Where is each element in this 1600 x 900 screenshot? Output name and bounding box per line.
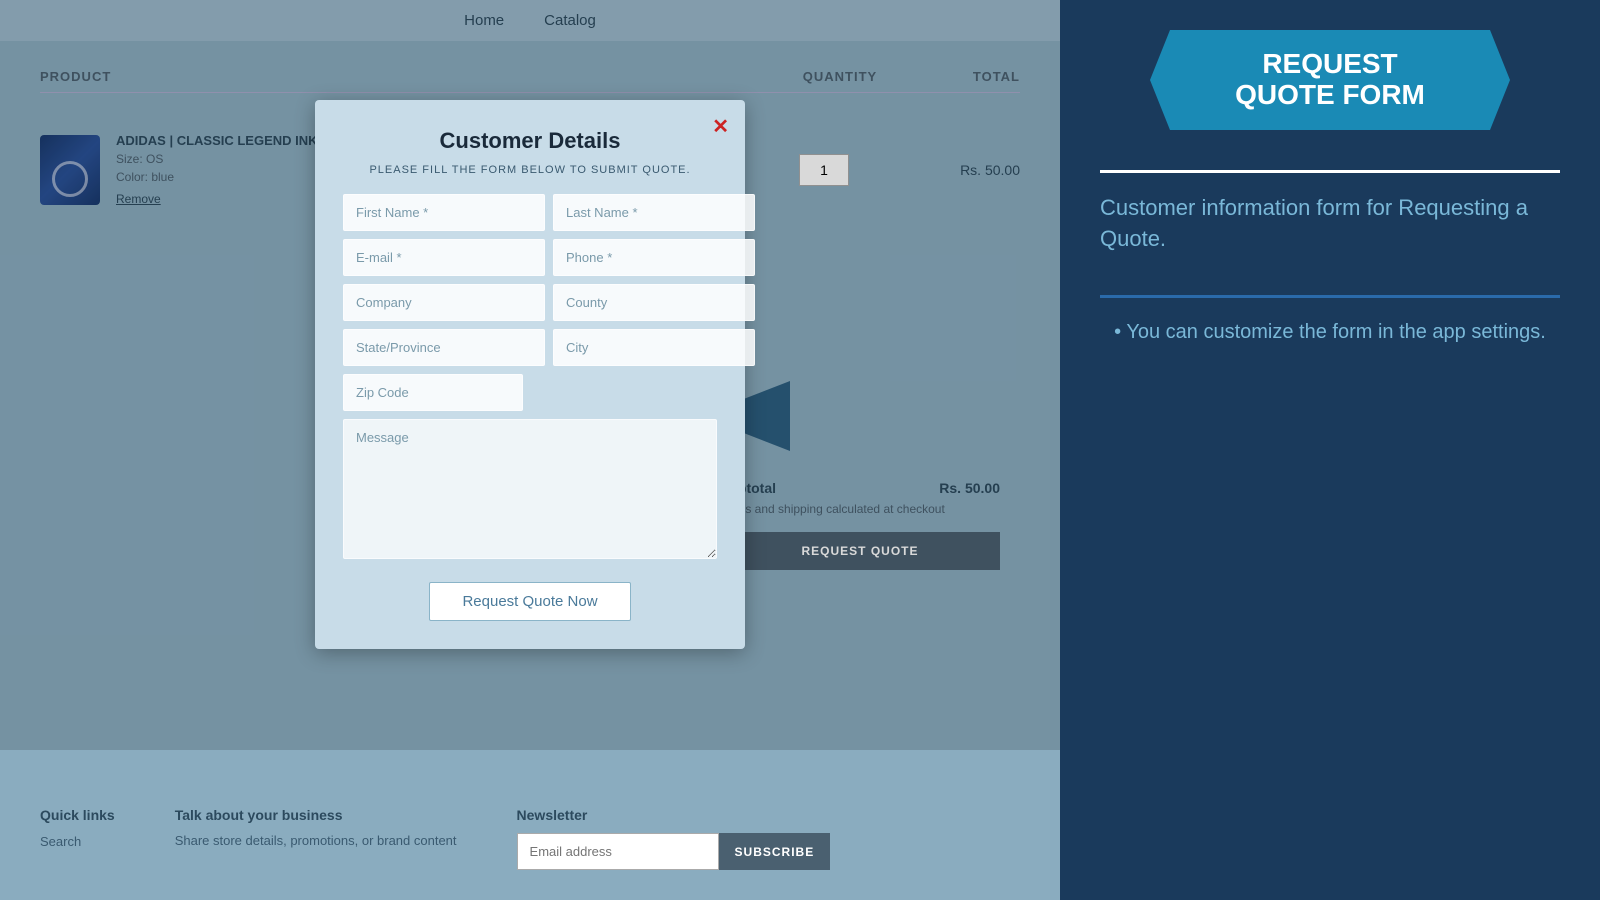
newsletter-email-input[interactable] xyxy=(517,833,719,870)
right-sidebar: REQUEST QUOTE FORM Customer information … xyxy=(1060,0,1600,900)
first-name-input[interactable] xyxy=(343,194,545,231)
company-county-row xyxy=(343,284,717,321)
modal-close-button[interactable]: ✕ xyxy=(712,114,729,139)
message-textarea[interactable] xyxy=(343,419,717,559)
zip-code-input[interactable] xyxy=(343,374,523,411)
background-page: Home Catalog PRODUCT QUANTITY TOTAL ADID… xyxy=(0,0,1060,900)
footer-business: Talk about your business Share store det… xyxy=(175,807,457,870)
last-name-input[interactable] xyxy=(553,194,755,231)
state-city-row xyxy=(343,329,717,366)
modal-subtitle: PLEASE FILL THE FORM BELOW TO SUBMIT QUO… xyxy=(343,164,717,176)
company-input[interactable] xyxy=(343,284,545,321)
state-province-input[interactable] xyxy=(343,329,545,366)
sidebar-tip: • You can customize the form in the app … xyxy=(1114,318,1546,346)
banner-line2: QUOTE FORM xyxy=(1235,80,1425,111)
page-footer: Quick links Search Talk about your busin… xyxy=(0,777,1060,900)
zip-row xyxy=(343,374,717,411)
newsletter-input-row: SUBSCRIBE xyxy=(517,833,831,870)
sidebar-description: Customer information form for Requesting… xyxy=(1100,193,1560,255)
submit-quote-button[interactable]: Request Quote Now xyxy=(429,582,630,621)
name-row xyxy=(343,194,717,231)
county-input[interactable] xyxy=(553,284,755,321)
modal-overlay: ✕ Customer Details PLEASE FILL THE FORM … xyxy=(0,0,1060,750)
footer-search-link[interactable]: Search xyxy=(40,834,81,849)
footer-grid: Quick links Search Talk about your busin… xyxy=(40,807,1020,870)
sidebar-mid-divider xyxy=(1100,295,1560,298)
footer-newsletter: Newsletter SUBSCRIBE xyxy=(517,807,831,870)
email-phone-row xyxy=(343,239,717,276)
sidebar-top-divider xyxy=(1100,170,1560,173)
phone-input[interactable] xyxy=(553,239,755,276)
customer-details-modal: ✕ Customer Details PLEASE FILL THE FORM … xyxy=(315,100,745,649)
modal-title: Customer Details xyxy=(343,128,717,154)
banner-text: REQUEST QUOTE FORM xyxy=(1235,49,1425,111)
footer-quick-links-title: Quick links xyxy=(40,807,115,823)
footer-business-desc: Share store details, promotions, or bran… xyxy=(175,833,457,848)
subscribe-button[interactable]: SUBSCRIBE xyxy=(719,833,831,870)
request-quote-banner: REQUEST QUOTE FORM xyxy=(1170,30,1490,130)
footer-business-title: Talk about your business xyxy=(175,807,457,823)
email-input[interactable] xyxy=(343,239,545,276)
footer-quick-links: Quick links Search xyxy=(40,807,115,870)
city-input[interactable] xyxy=(553,329,755,366)
footer-newsletter-title: Newsletter xyxy=(517,807,831,823)
banner-line1: REQUEST xyxy=(1235,49,1425,80)
